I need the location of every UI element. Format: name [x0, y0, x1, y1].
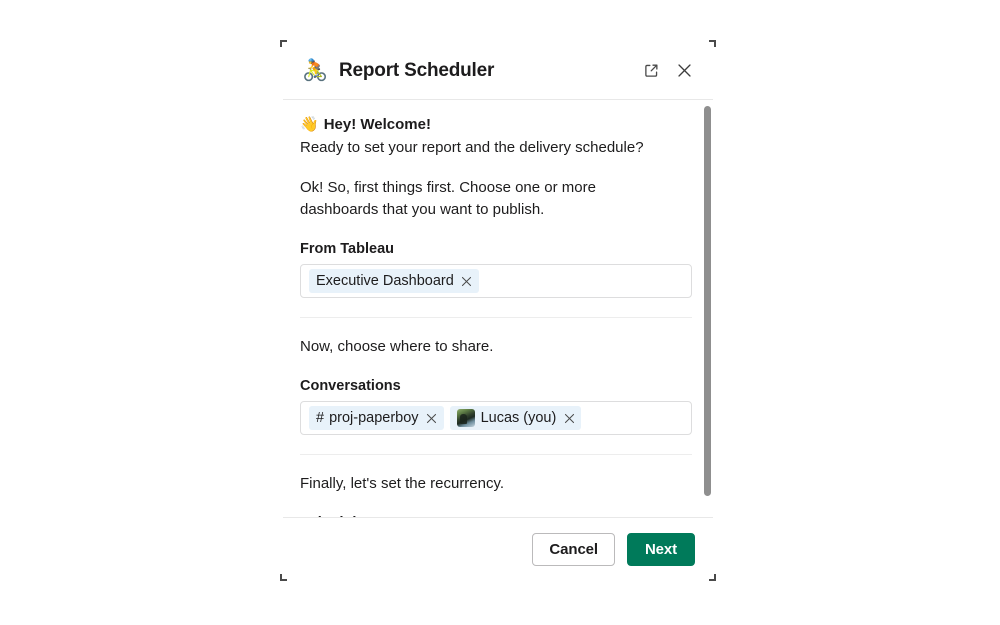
- waving-hand-icon: 👋: [300, 116, 319, 133]
- chip-executive-dashboard[interactable]: Executive Dashboard: [309, 269, 479, 293]
- section-divider-1: [300, 317, 692, 318]
- welcome-heading: 👋 Hey! Welcome!: [300, 114, 687, 136]
- hash-icon: #: [316, 410, 325, 426]
- from-tableau-input[interactable]: Executive Dashboard: [300, 264, 692, 298]
- open-in-new-icon[interactable]: [640, 60, 662, 82]
- recurrency-paragraph: Finally, let's set the recurrency.: [300, 475, 505, 492]
- intro-paragraph: Ok! So, first things first. Choose one o…: [300, 179, 596, 218]
- cancel-button[interactable]: Cancel: [532, 532, 615, 566]
- from-tableau-label: From Tableau: [300, 241, 394, 257]
- next-button[interactable]: Next: [627, 532, 695, 566]
- body-scrollbar[interactable]: [703, 100, 712, 518]
- welcome-subtext: Ready to set your report and the deliver…: [300, 139, 644, 156]
- avatar: [456, 409, 475, 427]
- welcome-heading-text: Hey! Welcome!: [323, 116, 431, 133]
- resize-handle-bottom-right[interactable]: [709, 574, 716, 581]
- chip-label: Lucas (you): [480, 410, 557, 426]
- chip-lucas-you[interactable]: Lucas (you): [449, 406, 582, 430]
- screen-canvas: 🚴 Report Scheduler 👋 Hey! Welcome! Ready…: [0, 0, 1000, 625]
- footer-divider: [283, 517, 713, 518]
- close-icon[interactable]: [673, 60, 695, 82]
- section-divider-2: [300, 454, 692, 455]
- chip-label: proj-paperboy: [329, 410, 419, 426]
- chip-remove-icon[interactable]: [563, 412, 575, 424]
- scrollbar-thumb[interactable]: [704, 106, 711, 496]
- chip-proj-paperboy[interactable]: # proj-paperboy: [309, 406, 444, 430]
- modal-footer: Cancel Next: [281, 518, 715, 580]
- conversations-label: Conversations: [300, 378, 401, 394]
- chip-label: Executive Dashboard: [316, 273, 454, 289]
- chip-remove-icon[interactable]: [461, 275, 473, 287]
- share-paragraph: Now, choose where to share.: [300, 338, 494, 355]
- modal-scroll-region[interactable]: 👋 Hey! Welcome! Ready to set your report …: [281, 100, 715, 518]
- modal-header: 🚴 Report Scheduler: [281, 41, 715, 100]
- header-actions: [640, 60, 695, 82]
- modal-body: 👋 Hey! Welcome! Ready to set your report …: [281, 100, 715, 518]
- resize-handle-bottom-left[interactable]: [280, 574, 287, 581]
- conversations-input[interactable]: # proj-paperboy Lucas (you): [300, 401, 692, 435]
- modal-title: Report Scheduler: [339, 59, 495, 81]
- report-scheduler-modal: 🚴 Report Scheduler 👋 Hey! Welcome! Ready…: [280, 40, 716, 581]
- chip-remove-icon[interactable]: [426, 412, 438, 424]
- person-biking-icon: 🚴: [302, 59, 329, 82]
